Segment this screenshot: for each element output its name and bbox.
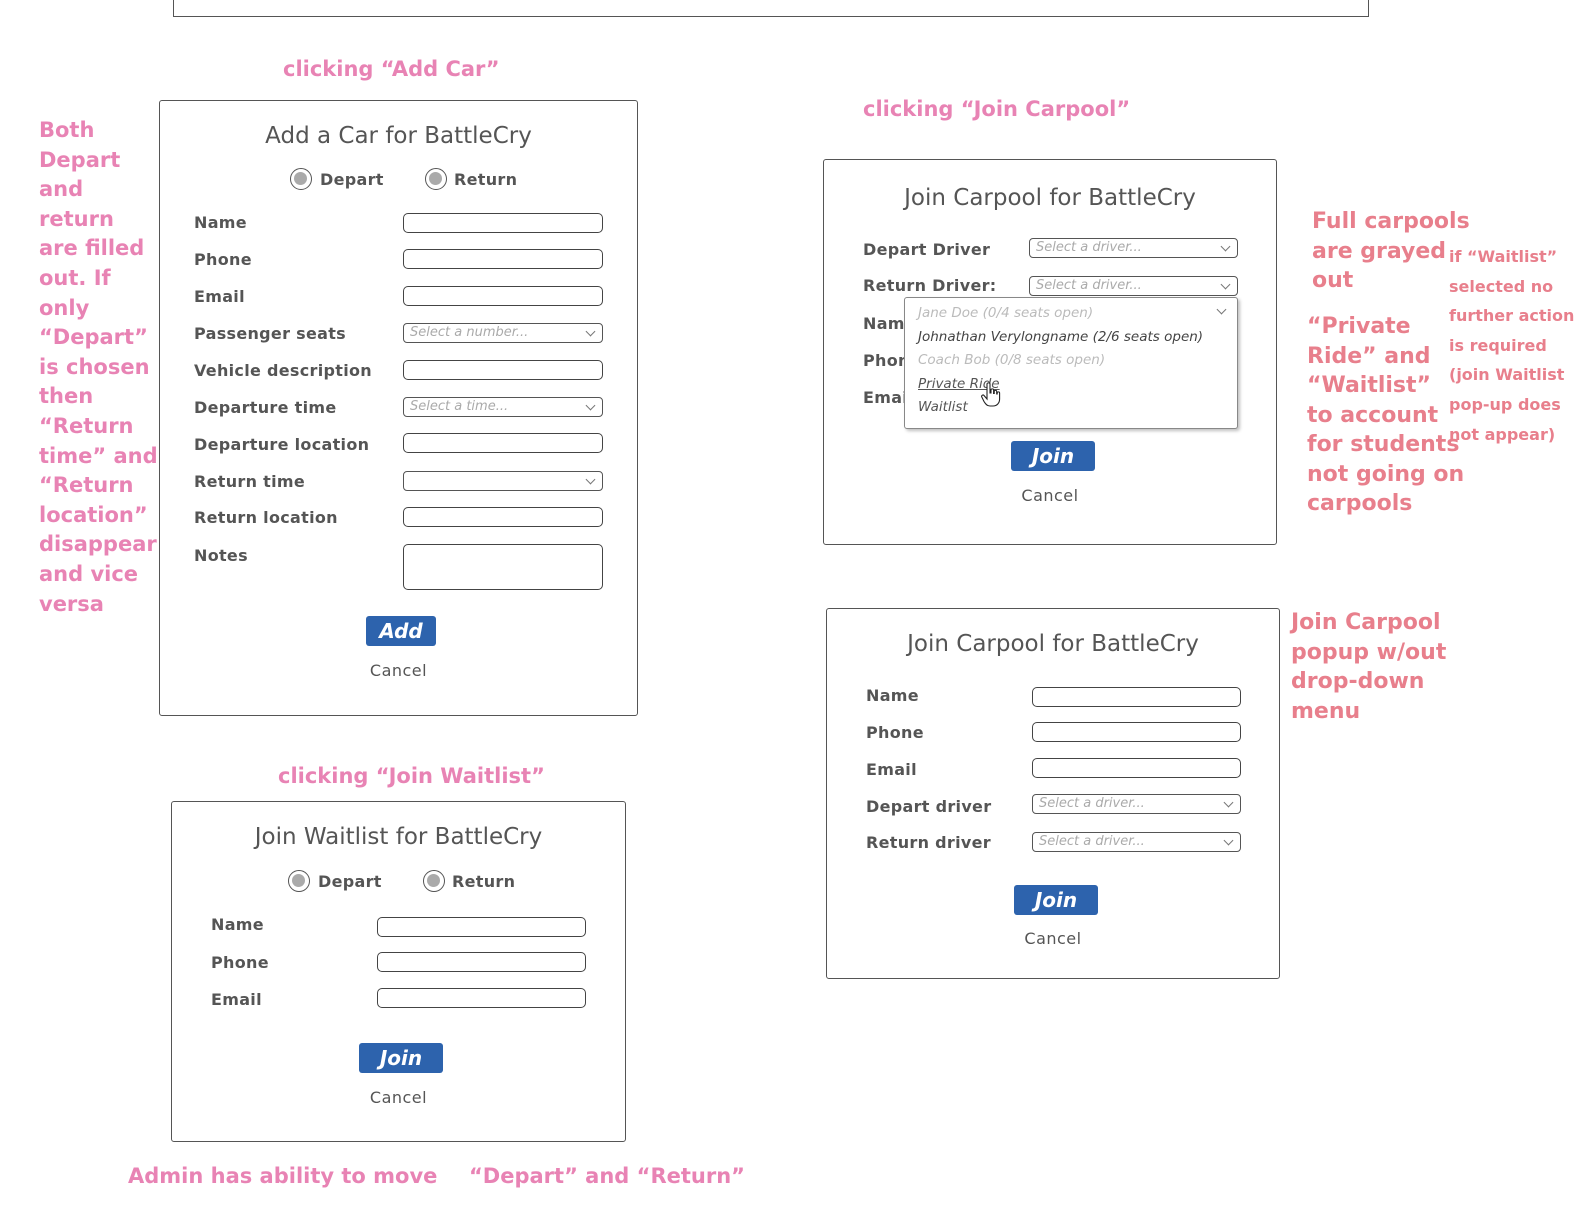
phone-input[interactable]: [1032, 722, 1241, 742]
join-carpool-title: Join Carpool for BattleCry: [904, 185, 1196, 211]
radio-depart[interactable]: [290, 168, 312, 190]
option-waitlist[interactable]: Waitlist: [918, 399, 968, 415]
name-label: Name: [194, 213, 247, 232]
email-input[interactable]: [377, 988, 586, 1008]
name-label: Name: [863, 314, 904, 333]
hand-cursor-icon: [981, 382, 1001, 407]
note-popup-without-dropdown: Join Carpool popup w/out drop-down menu: [1291, 610, 1447, 724]
departure-location-input[interactable]: [403, 433, 603, 453]
top-panel-edge: [173, 0, 1369, 17]
option-jane-doe: Jane Doe (0/4 seats open): [918, 305, 1094, 321]
depart-driver-select[interactable]: Select a driver...: [1029, 238, 1238, 258]
join-carpool-dropdown-dialog: Join Carpool for BattleCry Depart Driver…: [823, 159, 1277, 545]
option-coach-bob: Coach Bob (0/8 seats open): [918, 352, 1106, 368]
phone-label: Phone: [866, 723, 924, 742]
depart-driver-label: Depart Driver: [863, 240, 991, 259]
departure-time-placeholder: Select a time...: [410, 399, 509, 414]
chevron-down-icon: [585, 474, 596, 485]
phone-input[interactable]: [377, 952, 586, 972]
cancel-link[interactable]: Cancel: [172, 1088, 625, 1107]
note-full-carpools: Full carpools are grayed out: [1312, 209, 1470, 293]
depart-driver-placeholder: Select a driver...: [1039, 796, 1145, 811]
chevron-down-icon: [1216, 304, 1227, 315]
departure-location-label: Departure location: [194, 435, 370, 454]
cancel-link[interactable]: Cancel: [160, 661, 637, 680]
email-label: Email: [866, 760, 917, 779]
email-label: Email: [211, 990, 262, 1009]
cancel-link[interactable]: Cancel: [827, 929, 1279, 948]
notes-label: Notes: [194, 546, 248, 565]
email-input[interactable]: [1032, 758, 1241, 778]
join-button[interactable]: Join: [1011, 441, 1095, 471]
chevron-down-icon: [1220, 279, 1231, 290]
note-waitlist-selected: if “Waitlist” selected no further action i…: [1449, 247, 1575, 444]
caption-join-waitlist: clicking “Join Waitlist”: [278, 764, 545, 788]
email-label: Email: [863, 388, 904, 407]
join-button[interactable]: Join: [1014, 885, 1098, 915]
cancel-link[interactable]: Cancel: [824, 486, 1276, 505]
chevron-down-icon: [585, 326, 596, 337]
passenger-seats-label: Passenger seats: [194, 324, 346, 343]
name-input[interactable]: [403, 213, 603, 233]
depart-driver-label: Depart driver: [866, 797, 992, 816]
radio-return[interactable]: [423, 870, 445, 892]
note-depart-and-return: “Depart” and “Return”: [469, 1164, 745, 1188]
phone-label: Phone: [194, 250, 252, 269]
option-johnathan-verylongname[interactable]: Johnathan Verylongname (2/6 seats open): [918, 329, 1203, 345]
radio-return[interactable]: [425, 168, 447, 190]
name-label: Name: [211, 915, 264, 934]
depart-driver-select[interactable]: Select a driver...: [1032, 794, 1241, 814]
name-input[interactable]: [377, 917, 586, 937]
radio-depart[interactable]: [288, 870, 310, 892]
chevron-down-icon: [1223, 835, 1234, 846]
add-car-dialog: Add a Car for BattleCry Depart Return Na…: [159, 100, 638, 716]
caption-add-car: clicking “Add Car”: [283, 57, 500, 81]
return-location-label: Return location: [194, 508, 338, 527]
phone-input[interactable]: [403, 249, 603, 269]
vehicle-description-input[interactable]: [403, 360, 603, 380]
departure-time-select[interactable]: Select a time...: [403, 397, 603, 417]
return-driver-placeholder: Select a driver...: [1039, 834, 1145, 849]
note-admin-move: Admin has ability to move: [128, 1164, 438, 1188]
return-driver-label: Return Driver:: [863, 276, 997, 295]
email-label: Email: [194, 287, 245, 306]
chevron-down-icon: [1220, 241, 1231, 252]
phone-label: Phone: [211, 953, 269, 972]
name-input[interactable]: [1032, 687, 1241, 707]
email-input[interactable]: [403, 286, 603, 306]
add-car-title: Add a Car for BattleCry: [265, 123, 532, 149]
return-driver-select[interactable]: Select a driver...: [1032, 832, 1241, 852]
join-waitlist-title: Join Waitlist for BattleCry: [254, 824, 543, 850]
caption-join-carpool: clicking “Join Carpool”: [863, 97, 1131, 121]
passenger-seats-placeholder: Select a number...: [410, 325, 529, 340]
join-button[interactable]: Join: [359, 1043, 443, 1073]
passenger-seats-select[interactable]: Select a number...: [403, 323, 603, 343]
note-depart-return: Both Depart and return are filled out. If on…: [39, 118, 158, 616]
note-private-ride-waitlist: “Private Ride” and “Waitlist” to account fo…: [1307, 314, 1465, 516]
notes-textarea[interactable]: [403, 544, 603, 590]
vehicle-description-label: Vehicle description: [194, 361, 372, 380]
name-label: Name: [866, 686, 919, 705]
depart-driver-placeholder: Select a driver...: [1036, 240, 1142, 255]
return-time-label: Return time: [194, 472, 306, 491]
radio-depart-label: Depart: [318, 872, 382, 891]
radio-depart-label: Depart: [320, 170, 384, 189]
chevron-down-icon: [1223, 797, 1234, 808]
radio-return-label: Return: [454, 170, 518, 189]
join-carpool-title: Join Carpool for BattleCry: [907, 631, 1199, 657]
chevron-down-icon: [585, 400, 596, 411]
return-time-select[interactable]: [403, 471, 603, 491]
return-driver-placeholder: Select a driver...: [1036, 278, 1142, 293]
radio-return-label: Return: [452, 872, 516, 891]
join-waitlist-dialog: Join Waitlist for BattleCry Depart Retur…: [171, 801, 626, 1142]
departure-time-label: Departure time: [194, 398, 337, 417]
join-carpool-dialog: Join Carpool for BattleCry Name Phone Em…: [826, 608, 1280, 979]
return-driver-label: Return driver: [866, 833, 991, 852]
return-driver-select[interactable]: Select a driver...: [1029, 276, 1238, 296]
add-button[interactable]: Add: [366, 616, 436, 646]
phone-label: Phone: [863, 351, 904, 370]
driver-dropdown-menu: Jane Doe (0/4 seats open) Johnathan Very…: [904, 297, 1238, 429]
return-location-input[interactable]: [403, 507, 603, 527]
